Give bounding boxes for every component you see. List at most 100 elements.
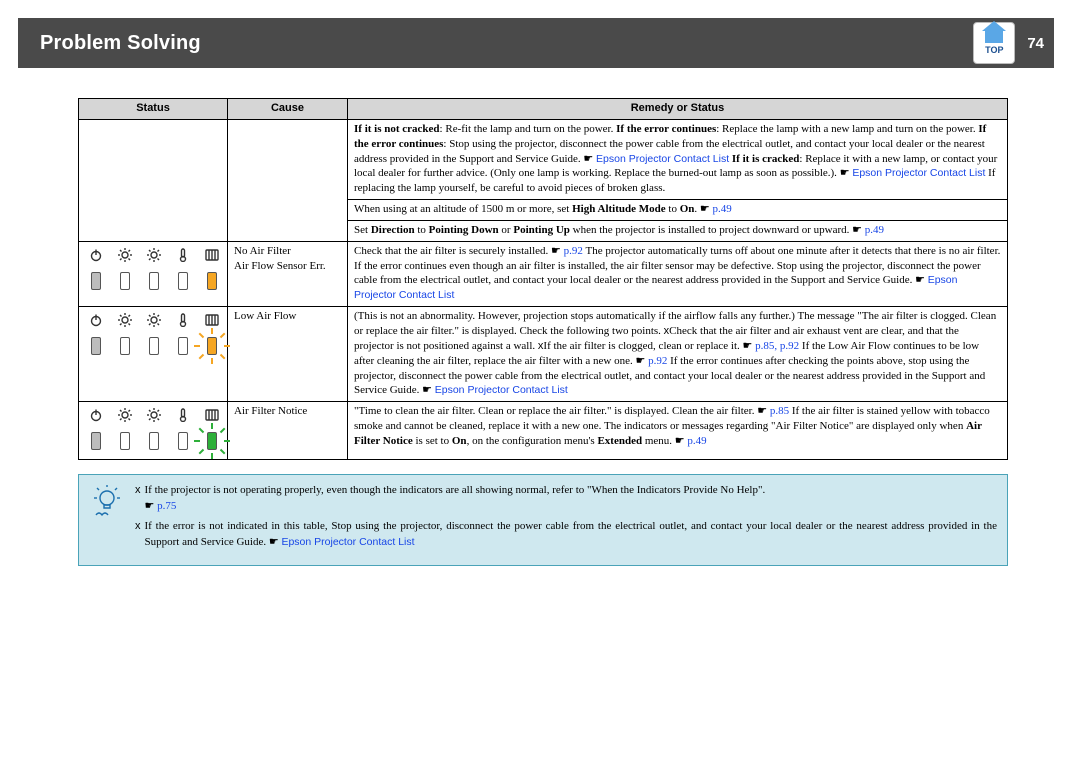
text: Pointing Up	[513, 224, 570, 236]
text: Direction	[371, 224, 415, 236]
text: If it is not cracked	[354, 123, 440, 135]
indicator-orange-on	[203, 270, 221, 292]
table-row: If it is not cracked: Re-fit the lamp an…	[79, 119, 1008, 199]
tip-text: If the projector is not operating proper…	[145, 484, 766, 496]
lamp1-icon	[116, 311, 134, 329]
indicator	[116, 270, 134, 292]
cause-text: Air Flow Sensor Err.	[234, 259, 341, 274]
cause-cell: No Air Filter Air Flow Sensor Err.	[228, 241, 348, 306]
indicator	[116, 430, 134, 452]
text: The indicators or messages regarding "Ai…	[604, 420, 966, 432]
col-header-status: Status	[79, 99, 228, 120]
tip-content: x If the projector is not operating prop…	[135, 483, 997, 555]
text: : Re-fit the lamp and turn on the power.	[440, 123, 614, 135]
text: Check that the air filter is securely in…	[354, 245, 551, 257]
status-cell	[79, 307, 228, 402]
power-icon	[87, 311, 105, 329]
indicator-orange-flashing	[203, 335, 221, 357]
pointer-icon: ☛	[840, 167, 850, 179]
power-icon	[87, 406, 105, 424]
page-link-p92[interactable]: p.92	[648, 355, 667, 367]
pointer-icon: ☛	[675, 435, 685, 447]
pointer-icon: ☛	[269, 536, 279, 548]
col-header-cause: Cause	[228, 99, 348, 120]
page-link-p49[interactable]: p.49	[865, 224, 884, 236]
page-link-p92[interactable]: p.92	[564, 245, 583, 257]
status-cell-empty	[79, 119, 228, 241]
temp-icon	[174, 406, 192, 424]
cause-cell: Air Filter Notice	[228, 402, 348, 460]
indicator-label-row	[85, 404, 221, 428]
indicator-label-row	[85, 244, 221, 268]
text: The projector automatically turns off ab…	[585, 245, 1000, 257]
page-number: 74	[1027, 35, 1044, 52]
text: : Replace the lamp with a new lamp and t…	[716, 123, 975, 135]
cause-cell-empty	[228, 119, 348, 241]
text: (This is not an abnormality. However, pr…	[354, 310, 795, 322]
text: to	[415, 224, 429, 236]
lamp2-icon	[145, 406, 163, 424]
text: On	[452, 435, 467, 447]
text: Pointing Down	[429, 224, 499, 236]
text: to	[666, 203, 680, 215]
cause-text: No Air Filter	[234, 244, 341, 259]
status-cell	[79, 402, 228, 460]
page-link-p75[interactable]: p.75	[157, 500, 176, 512]
status-cell	[79, 241, 228, 306]
text: If the error continues even though an ai…	[354, 260, 981, 287]
temp-icon	[174, 311, 192, 329]
remedy-cell: When using at an altitude of 1500 m or m…	[348, 200, 1008, 221]
indicator	[145, 335, 163, 357]
pointer-icon: ☛	[915, 274, 925, 286]
contact-list-link[interactable]: Epson Projector Contact List	[596, 153, 729, 165]
remedy-cell: Check that the air filter is securely in…	[348, 241, 1008, 306]
text: is set to	[413, 435, 452, 447]
remedy-cell: If it is not cracked: Re-fit the lamp an…	[348, 119, 1008, 199]
lamp2-icon	[145, 246, 163, 264]
indicator-green-flashing	[203, 430, 221, 452]
indicator-state-row	[85, 428, 221, 456]
contact-list-link[interactable]: Epson Projector Contact List	[435, 384, 568, 396]
text: menu.	[642, 435, 675, 447]
page-link-p49[interactable]: p.49	[687, 435, 706, 447]
top-label: TOP	[985, 45, 1003, 55]
pointer-icon: ☛	[635, 355, 645, 367]
filter-icon	[203, 246, 221, 264]
text: If the air filter is clogged, clean or r…	[543, 340, 742, 352]
indicator	[87, 335, 105, 357]
home-icon	[985, 31, 1003, 43]
text: If it is cracked	[732, 153, 800, 165]
indicator	[174, 335, 192, 357]
indicator	[174, 430, 192, 452]
contact-list-link[interactable]: Epson Projector Contact List	[281, 536, 414, 548]
pointer-icon: ☛	[700, 203, 710, 215]
top-button[interactable]: TOP	[973, 22, 1015, 64]
indicator	[174, 270, 192, 292]
col-header-remedy: Remedy or Status	[348, 99, 1008, 120]
tip-box: x If the projector is not operating prop…	[78, 474, 1008, 566]
filter-icon	[203, 311, 221, 329]
page-link-p49[interactable]: p.49	[713, 203, 732, 215]
indicator	[87, 270, 105, 292]
bullet: x	[135, 519, 141, 551]
cause-text: Low Air Flow	[234, 309, 341, 324]
lightbulb-icon	[93, 485, 121, 555]
table-row: Low Air Flow (This is not an abnormality…	[79, 307, 1008, 402]
table-row: No Air Filter Air Flow Sensor Err. Check…	[79, 241, 1008, 306]
indicator-state-row	[85, 268, 221, 296]
power-icon	[87, 246, 105, 264]
contact-list-link[interactable]: Epson Projector Contact List	[852, 167, 985, 179]
text: On	[680, 203, 695, 215]
filter-icon	[203, 406, 221, 424]
page-link-p85-p92[interactable]: p.85, p.92	[755, 340, 799, 352]
remedy-cell: (This is not an abnormality. However, pr…	[348, 307, 1008, 402]
lamp1-icon	[116, 246, 134, 264]
lamp1-icon	[116, 406, 134, 424]
text: When using at an altitude of 1500 m or m…	[354, 203, 572, 215]
text: Extended	[597, 435, 642, 447]
indicator	[145, 430, 163, 452]
pointer-icon: ☛	[757, 405, 767, 417]
page-link-p85[interactable]: p.85	[770, 405, 789, 417]
remedy-cell: "Time to clean the air filter. Clean or …	[348, 402, 1008, 460]
pointer-icon: ☛	[743, 340, 753, 352]
